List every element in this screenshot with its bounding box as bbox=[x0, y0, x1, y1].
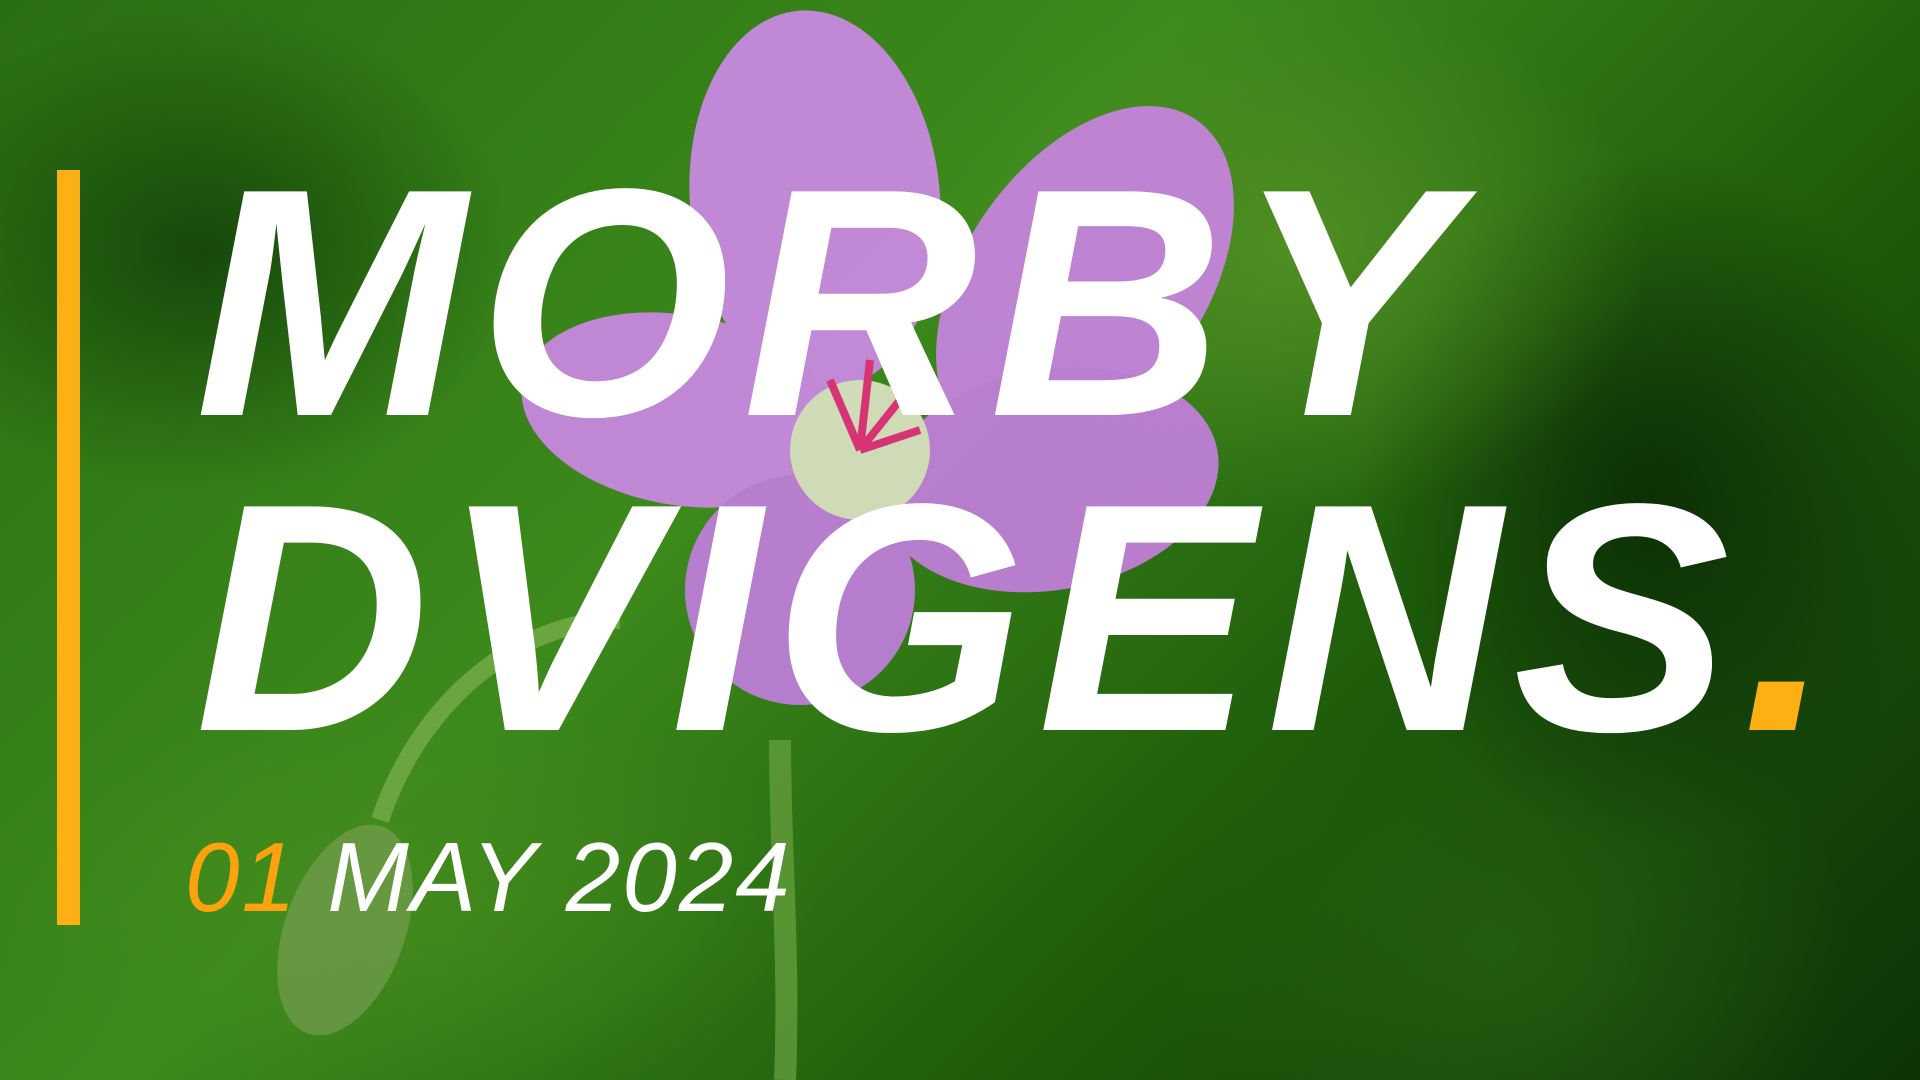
accent-bar bbox=[57, 170, 80, 925]
title-line-2: DVIGENS. bbox=[195, 455, 1844, 780]
date-day: 01 bbox=[185, 822, 299, 932]
date-month-year: MAY 2024 bbox=[327, 822, 792, 932]
title-line-2-text: DVIGENS bbox=[195, 436, 1742, 799]
title-period: . bbox=[1741, 436, 1845, 799]
title-line-1: MORBY bbox=[195, 121, 1465, 484]
event-date: 01 MAY 2024 bbox=[185, 828, 792, 926]
